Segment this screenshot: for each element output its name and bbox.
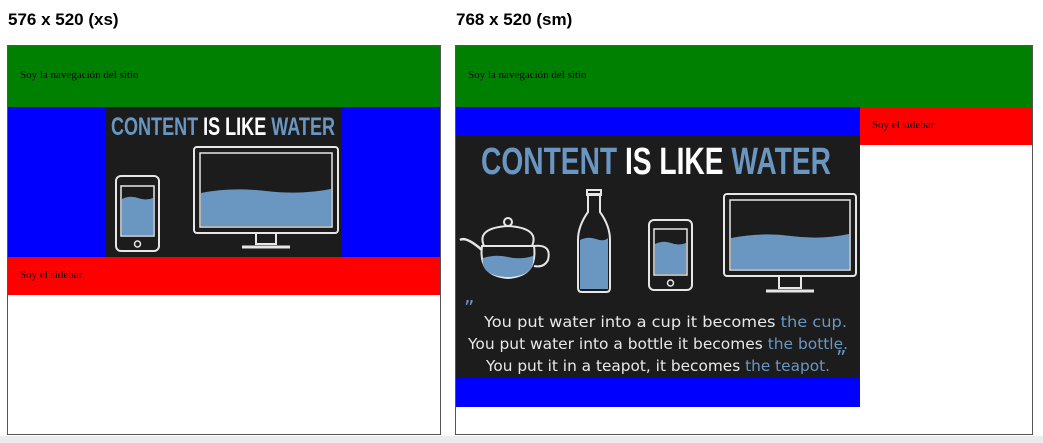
- quote-line-2: You put water into a bottle it becomes t…: [467, 335, 848, 353]
- panel-sm-frame: Soy la navegación del sitio CONTENT IS L…: [455, 45, 1033, 435]
- quote-close-mark: ”: [836, 346, 846, 370]
- svg-text:CONTENT IS LIKE: CONTENT IS LIKE WATER: [481, 141, 831, 183]
- quote-open-mark: ”: [464, 296, 474, 320]
- panel-xs-frame: Soy la navegación del sitio CONTENT IS L…: [7, 45, 441, 435]
- monitor-icon: [723, 193, 857, 293]
- sidebar-text: Soy el sidebar: [872, 119, 935, 131]
- quote-line-1: You put water into a cup it becomes the …: [483, 313, 847, 331]
- poster-title-water: WATER: [271, 113, 335, 141]
- sidebar: Soy el sidebar: [8, 257, 440, 295]
- teapot-icon: [459, 217, 550, 280]
- main-content: CONTENT IS LIKE WATER: [456, 107, 860, 407]
- monitor-icon: [193, 146, 339, 249]
- sidebar: Soy el sidebar: [860, 107, 1032, 145]
- horizontal-scrollbar[interactable]: [0, 436, 1043, 443]
- phone-icon: [115, 175, 160, 252]
- site-navigation: Soy la navegación del sitio: [8, 46, 440, 107]
- poster-title-water: WATER: [731, 141, 831, 183]
- poster-title-content: CONTENT: [481, 141, 617, 183]
- nav-text: Soy la navegación del sitio: [468, 69, 587, 81]
- poster-title-islike: IS LIKE: [625, 141, 724, 183]
- main-content: CONTENT IS LIKE WATER: [8, 107, 440, 257]
- poster-title-islike: IS LIKE: [203, 113, 266, 141]
- content-like-water-image: CONTENT IS LIKE WATER: [106, 107, 342, 257]
- bottle-icon: [577, 189, 611, 293]
- poster-title-content: CONTENT: [111, 113, 198, 141]
- panel-xs-heading: 576 x 520 (xs): [8, 10, 119, 29]
- nav-text: Soy la navegación del sitio: [20, 69, 139, 81]
- panel-sm-heading: 768 x 520 (sm): [456, 10, 573, 29]
- sidebar-text: Soy el sidebar: [20, 269, 83, 281]
- quote-line-3: You put it in a teapot, it becomes the t…: [485, 357, 830, 375]
- site-navigation: Soy la navegación del sitio: [456, 46, 1032, 107]
- content-like-water-image: CONTENT IS LIKE WATER: [456, 136, 860, 378]
- phone-icon: [648, 219, 693, 291]
- svg-text:CONTENT IS LIKE: CONTENT IS LIKE WATER: [111, 113, 335, 141]
